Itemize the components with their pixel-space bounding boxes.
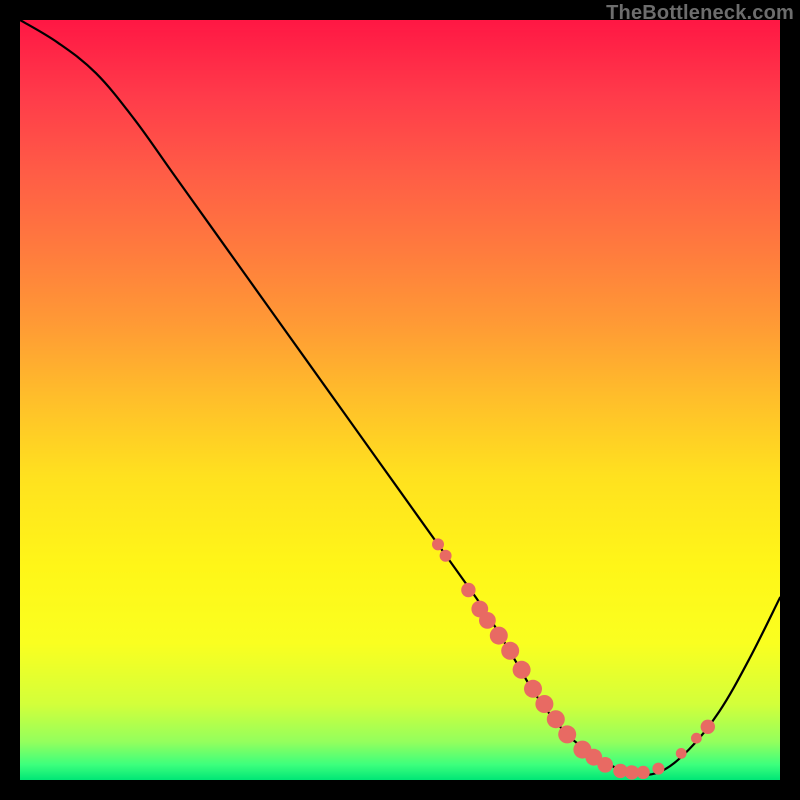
watermark-text: TheBottleneck.com — [606, 2, 794, 25]
data-marker — [479, 612, 496, 629]
plot-area — [20, 20, 780, 780]
data-marker — [691, 733, 702, 744]
data-marker — [490, 627, 508, 645]
data-marker — [535, 695, 553, 713]
data-marker — [513, 661, 531, 679]
bottleneck-curve — [20, 20, 780, 775]
chart-container: TheBottleneck.com — [0, 0, 800, 800]
chart-svg — [20, 20, 780, 780]
data-marker — [432, 538, 444, 550]
data-marker — [461, 583, 475, 597]
data-marker — [652, 763, 664, 775]
data-marker — [558, 725, 576, 743]
data-marker — [524, 680, 542, 698]
data-marker — [440, 550, 452, 562]
data-marker — [547, 710, 565, 728]
data-marker — [597, 757, 613, 773]
data-marker — [637, 766, 650, 779]
data-marker — [501, 642, 519, 660]
data-marker — [701, 720, 715, 734]
data-marker — [676, 748, 687, 759]
data-markers — [432, 538, 715, 779]
